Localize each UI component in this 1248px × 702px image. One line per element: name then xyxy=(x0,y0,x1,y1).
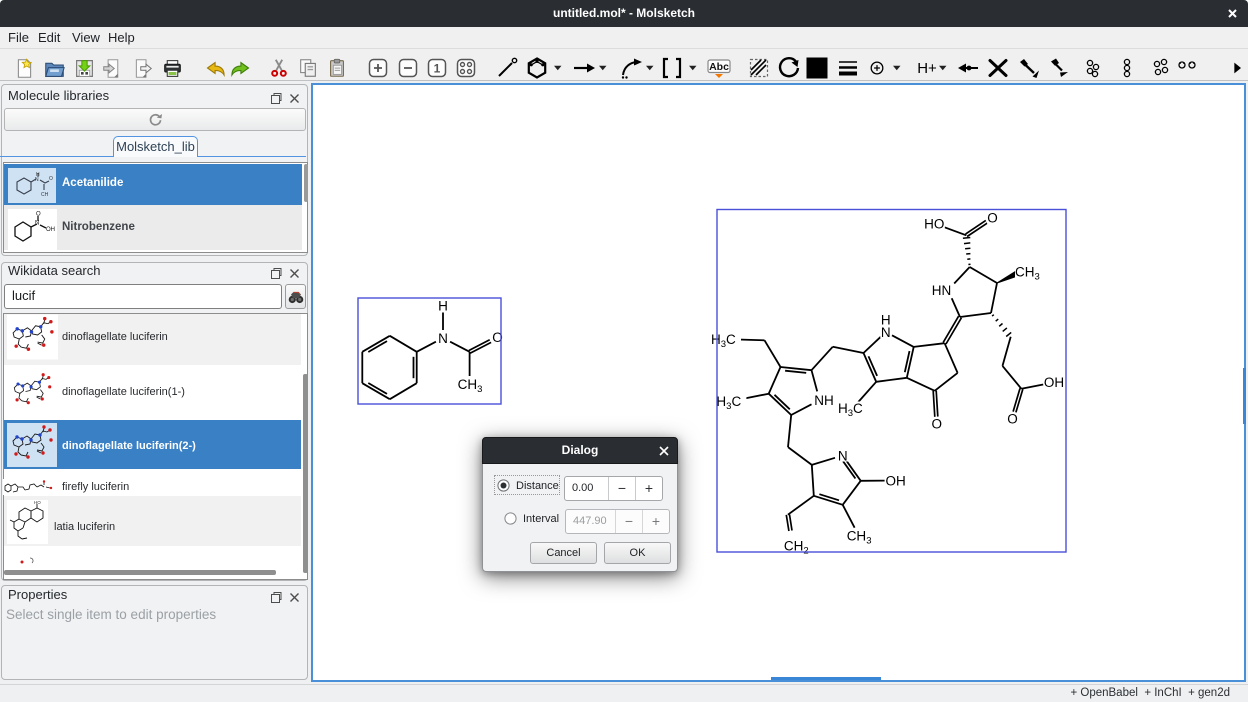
svg-text:N: N xyxy=(35,221,39,227)
svg-text:OH: OH xyxy=(46,227,55,233)
svg-text:1: 1 xyxy=(434,62,441,76)
svg-text:O: O xyxy=(49,176,53,182)
svg-text:N: N xyxy=(35,177,39,183)
svg-text:CH: CH xyxy=(41,192,49,198)
svg-text:H+: H+ xyxy=(917,60,937,77)
svg-text:Abc: Abc xyxy=(709,61,729,73)
svg-text:HO: HO xyxy=(34,500,41,505)
svg-text:O: O xyxy=(36,212,41,218)
